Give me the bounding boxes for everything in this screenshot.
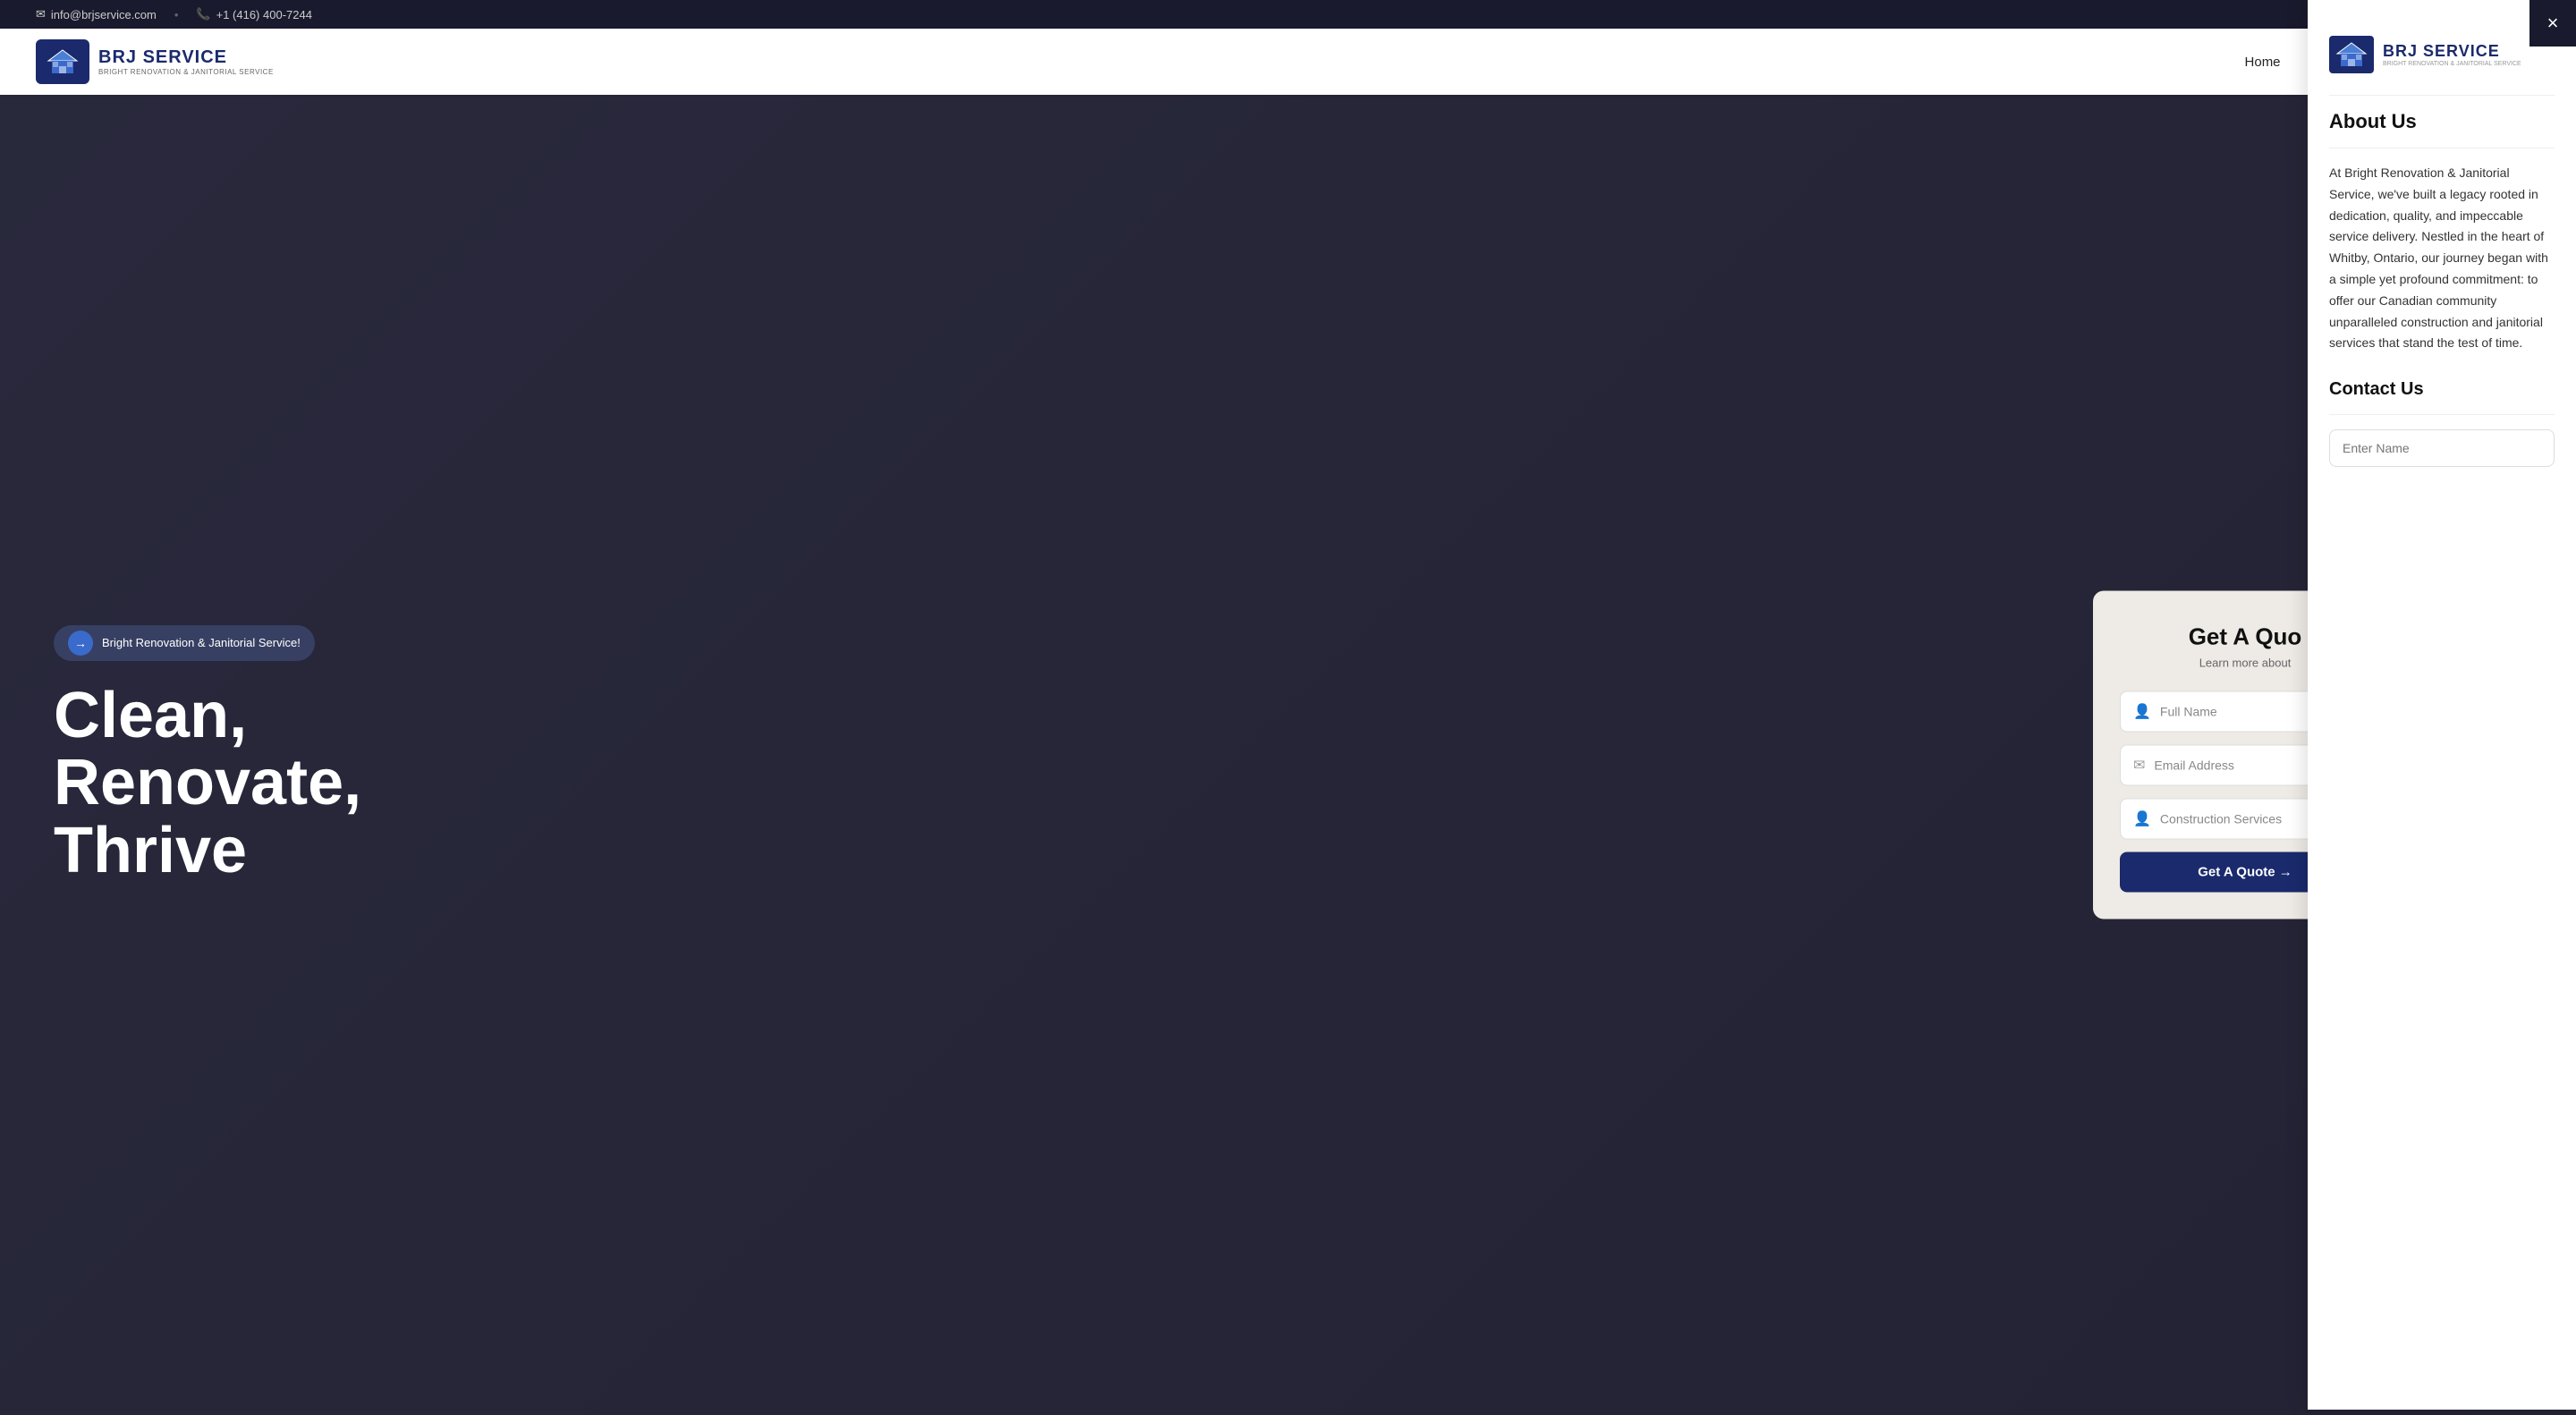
nav-home[interactable]: Home <box>2245 55 2281 70</box>
right-panel: × BRJ SERVICE BRIGHT RENOVATION & JANITO… <box>2308 0 2576 1410</box>
panel-about-title: About Us <box>2329 110 2555 133</box>
arrow-right-icon: → <box>68 631 93 656</box>
close-icon: × <box>2547 12 2559 35</box>
panel-name-input[interactable] <box>2329 429 2555 467</box>
email-field-placeholder: Email Address <box>2154 758 2233 773</box>
hero-section: → Bright Renovation & Janitorial Service… <box>0 95 2576 1415</box>
phone-icon: 📞 <box>196 7 210 21</box>
email-icon: ✉ <box>2133 757 2145 775</box>
name-field-placeholder: Full Name <box>2160 705 2217 719</box>
panel-divider-3 <box>2329 414 2555 415</box>
logo: BRJ SERVICE BRIGHT RENOVATION & JANITORI… <box>36 39 274 84</box>
panel-divider-1 <box>2329 95 2555 96</box>
logo-icon <box>36 39 89 84</box>
topbar: ✉ info@brjservice.com • 📞 +1 (416) 400-7… <box>0 0 2576 29</box>
person-icon: 👤 <box>2133 703 2151 721</box>
topbar-email: ✉ info@brjservice.com <box>36 7 157 21</box>
panel-contact-title: Contact Us <box>2329 379 2555 400</box>
hero-title: Clean, Renovate, Thrive <box>54 682 572 885</box>
panel-logo-text: BRJ SERVICE BRIGHT RENOVATION & JANITORI… <box>2383 42 2521 67</box>
service-person-icon: 👤 <box>2133 810 2151 828</box>
header: BRJ SERVICE BRIGHT RENOVATION & JANITORI… <box>0 29 2576 95</box>
close-button[interactable]: × <box>2529 0 2576 47</box>
service-field-placeholder: Construction Services <box>2160 812 2282 826</box>
hero-badge: → Bright Renovation & Janitorial Service… <box>54 625 315 661</box>
panel-about-body: At Bright Renovation & Janitorial Servic… <box>2329 163 2555 354</box>
panel-logo-icon <box>2329 36 2374 73</box>
hero-content: → Bright Renovation & Janitorial Service… <box>0 625 626 885</box>
topbar-phone: 📞 +1 (416) 400-7244 <box>196 7 312 21</box>
email-icon: ✉ <box>36 7 46 21</box>
topbar-dot: • <box>174 8 179 21</box>
logo-text: BRJ SERVICE BRIGHT RENOVATION & JANITORI… <box>98 47 274 76</box>
panel-logo: BRJ SERVICE BRIGHT RENOVATION & JANITORI… <box>2329 27 2555 73</box>
